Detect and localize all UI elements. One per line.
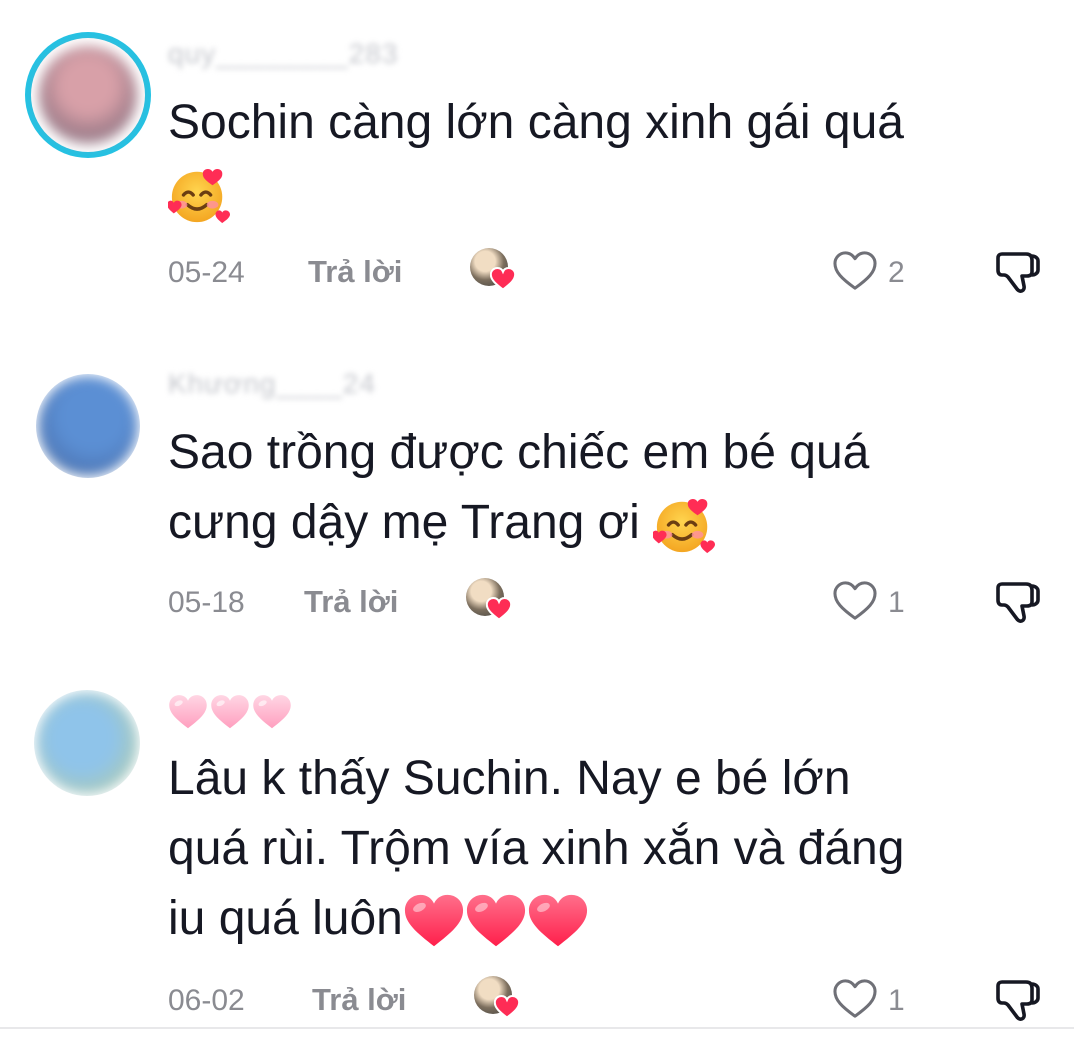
user-avatar-1[interactable] [25,32,151,158]
like-count-2: 1 [888,586,905,619]
comment-date-1: 05-24 [168,256,245,289]
comment-meta-2: 05-18 Trả lời 1 [168,578,1048,626]
comment-text-2-line1: Sao trồng được chiếc em bé quá [168,426,870,479]
divider [0,1027,1074,1029]
comment-date-3: 06-02 [168,984,245,1017]
comment-text-2: Sao trồng được chiếc em bé quá cưng dậy … [168,418,1048,558]
comment-text-3-line2: quá rùi. Trộm vía xinh xắn và đáng [168,822,905,875]
red-heart-icon [403,893,465,949]
comment-meta-1: 05-24 Trả lời 2 [168,248,1048,296]
comment-text-1: Sochin càng lớn càng xinh gái quá [168,88,1048,228]
pink-heart-icon [252,694,292,730]
comment-text-3-line3: iu quá luôn [168,892,403,945]
smiling-face-with-hearts-icon [168,164,230,226]
heart-outline-icon [832,580,878,622]
heart-outline-icon [832,250,878,292]
creator-liked-badge-3 [474,976,520,1020]
reply-button-1[interactable]: Trả lời [308,254,402,290]
like-button-3[interactable]: 1 [832,978,922,1022]
comment-text-2-line2: cưng dậy mẹ Trang ơi [168,496,640,549]
creator-liked-badge-1 [470,248,516,292]
thumbs-down-icon [994,578,1042,626]
creator-liked-badge-icon [490,267,516,291]
user-avatar-3[interactable] [34,690,140,796]
username-3[interactable] [168,694,298,734]
username-2[interactable]: Khương____24 [168,368,376,400]
comment-text-3-line1: Lâu k thấy Suchin. Nay e bé lớn [168,752,851,805]
smiling-face-with-hearts-icon [653,494,715,556]
dislike-button-1[interactable] [994,248,1042,296]
creator-liked-badge-icon [486,597,512,621]
comment-date-2: 05-18 [168,586,245,619]
pink-heart-icon [168,694,208,730]
thumbs-down-icon [994,976,1042,1024]
creator-liked-badge-2 [466,578,512,622]
dislike-button-3[interactable] [994,976,1042,1024]
pink-heart-icon [210,694,250,730]
like-button-2[interactable]: 1 [832,580,922,624]
like-button-1[interactable]: 2 [832,250,922,294]
username-1[interactable]: quy________283 [168,38,398,70]
red-heart-icon [465,893,527,949]
like-count-3: 1 [888,984,905,1017]
like-count-1: 2 [888,256,905,289]
heart-outline-icon [832,978,878,1020]
comment-meta-3: 06-02 Trả lời 1 [168,976,1048,1024]
creator-liked-badge-icon [494,995,520,1019]
red-heart-icon [527,893,589,949]
dislike-button-2[interactable] [994,578,1042,626]
comment-text-3: Lâu k thấy Suchin. Nay e bé lớn quá rùi.… [168,744,1048,954]
comment-text-1-body: Sochin càng lớn càng xinh gái quá [168,96,904,149]
thumbs-down-icon [994,248,1042,296]
reply-button-2[interactable]: Trả lời [304,584,398,620]
user-avatar-2[interactable] [36,374,140,478]
reply-button-3[interactable]: Trả lời [312,982,406,1018]
